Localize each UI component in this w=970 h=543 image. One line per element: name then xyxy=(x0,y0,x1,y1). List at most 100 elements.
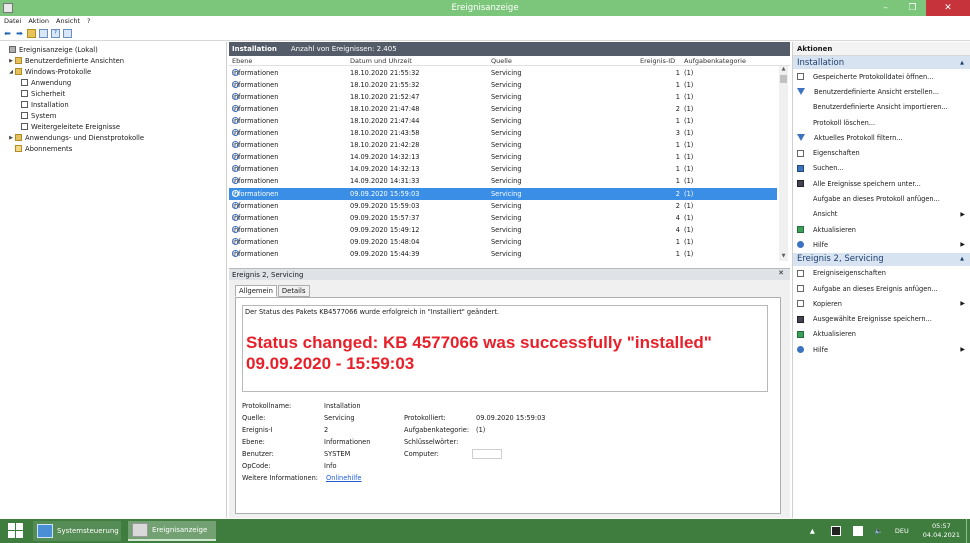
table-row[interactable]: i Informationen 14.09.2020 14:32:13 Servici… xyxy=(229,163,777,175)
section-event-label: Ereignis 2, Servicing xyxy=(797,254,884,265)
tray-chevron-icon[interactable]: ▲ xyxy=(810,527,815,535)
tray-app-icon[interactable] xyxy=(830,526,841,536)
tree-item[interactable]: System xyxy=(0,110,226,121)
back-arrow-icon[interactable]: ⬅ xyxy=(3,29,12,38)
tree-item[interactable]: ▶ Anwendungs- und Dienstprotokolle xyxy=(0,132,226,143)
tree-item[interactable]: Anwendung xyxy=(0,77,226,88)
actions-section-event[interactable]: Ereignis 2, Servicing ▲ xyxy=(793,252,970,266)
cell-date: 09.09.2020 15:59:03 xyxy=(350,201,420,210)
label-quelle: Quelle: xyxy=(242,414,266,422)
tree-item[interactable]: Ereignisanzeige (Lokal) xyxy=(0,44,226,55)
menu-help[interactable]: ? xyxy=(87,17,90,25)
action-item[interactable]: Eigenschaften xyxy=(793,145,970,160)
tab-details[interactable]: Details xyxy=(277,285,310,297)
taskbar-item-ereignisanzeige[interactable]: Ereignisanzeige xyxy=(128,521,216,541)
action-item[interactable]: Aktualisieren xyxy=(793,222,970,237)
table-row[interactable]: i Informationen 09.09.2020 15:44:39 Servici… xyxy=(229,248,777,259)
cell-level-text: Informationen xyxy=(232,105,279,114)
action-item[interactable]: Benutzerdefinierte Ansicht importieren..… xyxy=(793,100,970,115)
table-row[interactable]: i Informationen 18.10.2020 21:52:47 Servici… xyxy=(229,91,777,103)
tree-item[interactable]: Weitergeleitete Ereignisse xyxy=(0,121,226,132)
detail-close-icon[interactable]: ✕ xyxy=(778,269,784,277)
column-datum[interactable]: Datum und Uhrzeit xyxy=(350,57,412,65)
table-row[interactable]: i Informationen 18.10.2020 21:47:44 Servici… xyxy=(229,115,777,127)
close-button[interactable]: ✕ xyxy=(926,0,970,16)
message-box[interactable]: Der Status des Pakets KB4577066 wurde er… xyxy=(242,305,768,392)
onlinehilfe-link[interactable]: Onlinehilfe xyxy=(326,474,362,482)
table-row[interactable]: i Informationen 18.10.2020 21:47:48 Servici… xyxy=(229,103,777,115)
action-item[interactable]: Ausgewählte Ereignisse speichern... xyxy=(793,311,970,326)
action-item[interactable]: Aktuelles Protokoll filtern... xyxy=(793,130,970,145)
action-item[interactable]: Alle Ereignisse speichern unter... xyxy=(793,176,970,191)
table-row[interactable]: i Informationen 09.09.2020 15:59:03 Servici… xyxy=(229,187,777,200)
table-row[interactable]: i Informationen 18.10.2020 21:55:32 Servici… xyxy=(229,79,777,91)
table-row[interactable]: i Informationen 18.10.2020 21:55:32 Servici… xyxy=(229,67,777,79)
table-row[interactable]: i Informationen 18.10.2020 21:43:58 Servici… xyxy=(229,127,777,139)
column-aufgabenkategorie[interactable]: Aufgabenkategorie xyxy=(684,57,746,65)
tree-item[interactable]: ▶ Benutzerdefinierte Ansichten xyxy=(0,55,226,66)
action-item[interactable]: Ansicht ▶ xyxy=(793,207,970,222)
forward-arrow-icon[interactable]: ➡ xyxy=(15,29,24,38)
table-row[interactable]: i Informationen 14.09.2020 14:32:13 Servici… xyxy=(229,151,777,163)
column-quelle[interactable]: Quelle xyxy=(491,57,512,65)
scroll-up-icon[interactable]: ▲ xyxy=(779,66,788,74)
list-scrollbar[interactable]: ▲ ▼ xyxy=(779,66,788,261)
tree-item[interactable]: ◢ Windows-Protokolle xyxy=(0,66,226,77)
start-button[interactable] xyxy=(4,523,26,539)
volume-icon[interactable]: 🔈 xyxy=(875,527,883,535)
tree-item-label: Sicherheit xyxy=(31,89,66,98)
table-row[interactable]: i Informationen 09.09.2020 15:49:12 Servici… xyxy=(229,224,777,236)
action-item[interactable]: Aktualisieren xyxy=(793,327,970,342)
table-row[interactable]: i Informationen 09.09.2020 15:48:04 Servici… xyxy=(229,236,777,248)
minimize-button[interactable]: – xyxy=(872,0,899,16)
menu-ansicht[interactable]: Ansicht xyxy=(56,17,80,25)
tree-item[interactable]: Abonnements xyxy=(0,143,226,154)
table-row[interactable]: i Informationen 14.09.2020 14:31:33 Servici… xyxy=(229,175,777,187)
tab-allgemein[interactable]: Allgemein xyxy=(235,285,277,297)
tree-item[interactable]: Sicherheit xyxy=(0,88,226,99)
maximize-button[interactable]: ❐ xyxy=(899,0,926,16)
console-tree-icon[interactable] xyxy=(39,28,48,38)
help-icon[interactable]: ? xyxy=(51,28,60,38)
action-item[interactable]: Aufgabe an dieses Ereignis anfügen... xyxy=(793,281,970,296)
expander-icon[interactable]: ▶ xyxy=(8,135,14,141)
menu-datei[interactable]: Datei xyxy=(4,17,21,25)
expander-icon[interactable]: ▶ xyxy=(8,58,14,64)
action-item[interactable]: Ereigniseigenschaften xyxy=(793,266,970,281)
tray-network-icon[interactable] xyxy=(852,526,863,536)
cell-level: i Informationen xyxy=(232,189,278,198)
sub-icon xyxy=(15,145,22,152)
action-item[interactable]: Aufgabe an dieses Protokoll anfügen... xyxy=(793,191,970,206)
folder-icon[interactable] xyxy=(27,28,36,38)
collapse-arrow-icon[interactable]: ▲ xyxy=(960,60,964,66)
cell-level-text: Informationen xyxy=(232,141,279,150)
action-item[interactable]: Benutzerdefinierte Ansicht erstellen... xyxy=(793,84,970,99)
scroll-down-icon[interactable]: ▼ xyxy=(779,253,788,261)
table-row[interactable]: i Informationen 09.09.2020 15:57:37 Servici… xyxy=(229,212,777,224)
cell-source: Servicing xyxy=(491,189,522,198)
scroll-thumb[interactable] xyxy=(780,75,787,83)
taskbar-item-systemsteuerung[interactable]: Systemsteuerung xyxy=(33,521,121,541)
table-row[interactable]: i Informationen 09.09.2020 15:59:03 Servici… xyxy=(229,200,777,212)
action-item[interactable]: Hilfe ▶ xyxy=(793,342,970,357)
action-item[interactable]: Kopieren ▶ xyxy=(793,296,970,311)
action-item[interactable]: Hilfe ▶ xyxy=(793,237,970,252)
cell-id: 2 xyxy=(675,201,680,210)
detail-header: Ereignis 2, Servicing ✕ xyxy=(229,268,790,280)
menu-aktion[interactable]: Aktion xyxy=(28,17,49,25)
column-ebene[interactable]: Ebene xyxy=(232,57,252,65)
collapse-arrow-icon[interactable]: ▲ xyxy=(960,256,964,262)
actions-section-installation[interactable]: Installation ▲ xyxy=(793,56,970,69)
action-item[interactable]: Gespeicherte Protokolldatei öffnen... xyxy=(793,69,970,84)
expander-icon[interactable]: ◢ xyxy=(8,69,14,75)
tree-item[interactable]: Installation xyxy=(0,99,226,110)
action-pane-icon[interactable] xyxy=(63,28,72,38)
column-ereignis-id[interactable]: Ereignis-ID xyxy=(640,57,675,65)
cell-level: i Informationen xyxy=(232,165,278,173)
action-item[interactable]: Suchen... xyxy=(793,161,970,176)
show-desktop-button[interactable] xyxy=(966,519,970,543)
language-indicator[interactable]: DEU xyxy=(895,527,909,535)
table-row[interactable]: i Informationen 18.10.2020 21:42:28 Servici… xyxy=(229,139,777,151)
clock[interactable]: 05:57 04.04.2021 xyxy=(923,522,960,540)
action-item[interactable]: Protokoll löschen... xyxy=(793,115,970,130)
